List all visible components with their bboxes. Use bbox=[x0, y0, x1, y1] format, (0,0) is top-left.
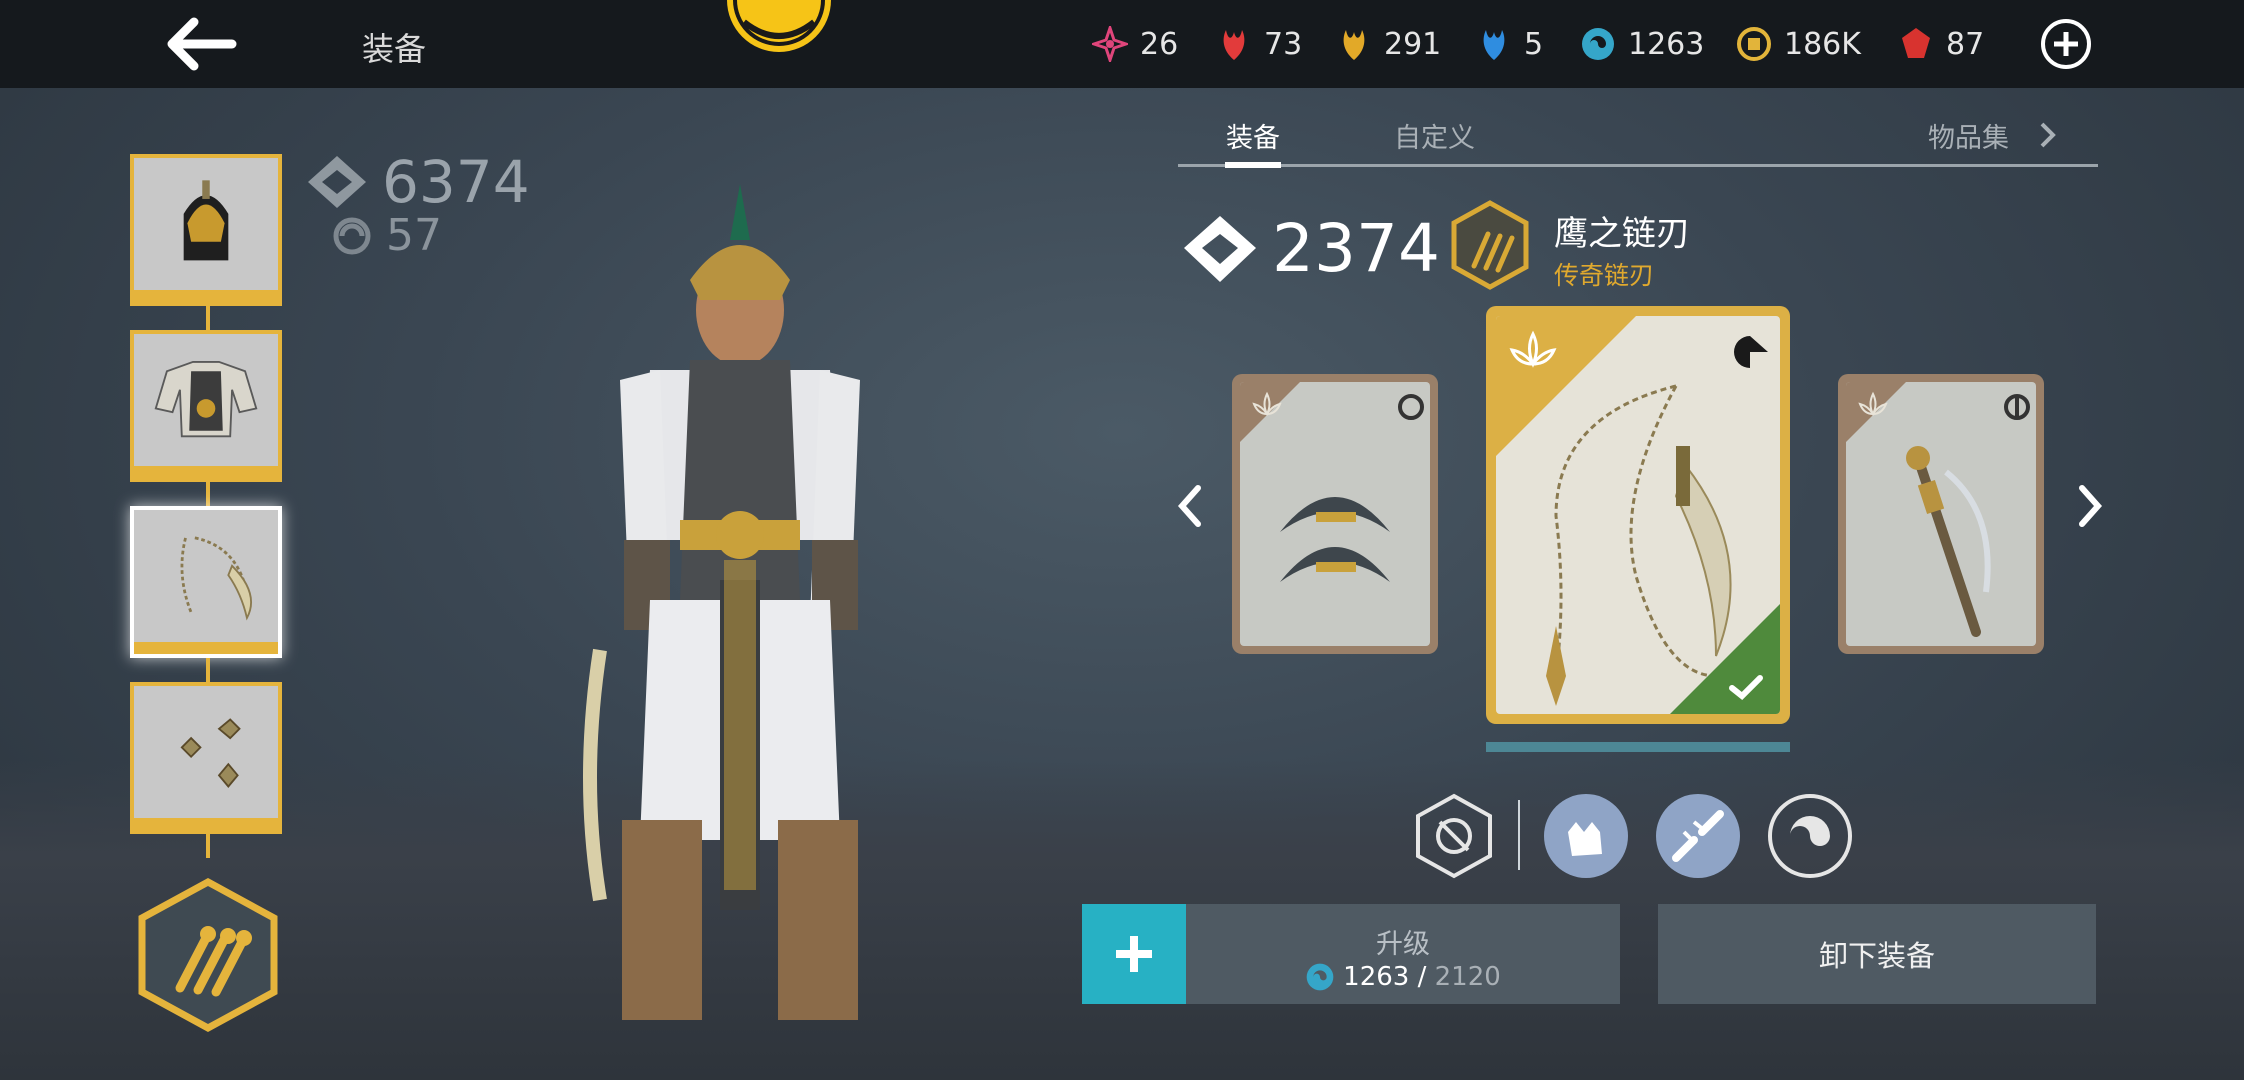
swirl-orb-icon bbox=[1306, 963, 1334, 991]
lotus-icon bbox=[1858, 391, 1888, 417]
armor-slot[interactable] bbox=[130, 330, 282, 482]
gold-coin-icon bbox=[1737, 27, 1771, 61]
blue-leaf-icon bbox=[1483, 30, 1505, 60]
weapon-power-value: 2374 bbox=[1272, 210, 1440, 287]
swirl-skill-icon[interactable] bbox=[1766, 792, 1854, 880]
upgrade-required: 2120 bbox=[1434, 962, 1501, 992]
currency-ruby-gem: 87 bbox=[1898, 22, 1984, 66]
shuriken-icon bbox=[180, 718, 241, 788]
weapon-card-selected[interactable] bbox=[1486, 306, 1790, 724]
total-power-value: 6374 bbox=[382, 148, 530, 216]
currency-gold-leaf: 291 bbox=[1336, 22, 1441, 66]
total-power: 6374 bbox=[306, 148, 530, 216]
currency-blue-leaf: 5 bbox=[1476, 22, 1543, 66]
broken-chain-skill-icon[interactable] bbox=[1654, 792, 1742, 880]
tab-bar: 装备 自定义 物品集 bbox=[1178, 110, 2098, 170]
game-logo-icon bbox=[727, 0, 831, 52]
weapon-slot[interactable] bbox=[130, 506, 282, 658]
weapon-type: 传奇链刃 bbox=[1554, 261, 1655, 290]
currency-value: 1263 bbox=[1628, 26, 1705, 62]
no-weapon-skill-icon[interactable] bbox=[1410, 792, 1498, 880]
helmet-slot[interactable] bbox=[130, 154, 282, 306]
currency-value: 5 bbox=[1524, 26, 1544, 62]
tab-equipment[interactable]: 装备 bbox=[1226, 116, 1280, 155]
sickle-type-icon bbox=[1734, 336, 1768, 368]
weapon-card-left[interactable] bbox=[1232, 374, 1438, 654]
upgrade-current: 1263 bbox=[1343, 962, 1410, 992]
selected-card-indicator bbox=[1486, 742, 1790, 752]
staff-type-icon bbox=[2004, 394, 2030, 420]
level-swirl-icon bbox=[333, 217, 371, 254]
fist-skill-icon[interactable] bbox=[1542, 792, 1630, 880]
currency-value: 291 bbox=[1384, 26, 1442, 62]
currency-gold-coin: 186K bbox=[1736, 22, 1861, 66]
unequip-button[interactable]: 卸下装备 bbox=[1658, 904, 2096, 1004]
currency-value: 26 bbox=[1140, 26, 1179, 62]
chain-blade-icon bbox=[180, 536, 252, 621]
currency-value: 186K bbox=[1784, 26, 1861, 62]
weapon-class-badge-icon[interactable] bbox=[136, 878, 280, 1032]
chain-blade-class-icon bbox=[1451, 200, 1529, 290]
armor-icon bbox=[154, 360, 258, 438]
crescent-blades-icon bbox=[1280, 497, 1390, 582]
currency-pink-crystal: 26 bbox=[1092, 22, 1178, 66]
tab-divider bbox=[1178, 164, 2098, 167]
tab-active-indicator bbox=[1225, 162, 1281, 168]
ruby-gem-icon bbox=[1902, 28, 1930, 58]
lotus-icon bbox=[1252, 391, 1282, 417]
helmet-icon bbox=[183, 180, 229, 261]
skill-separator bbox=[1518, 800, 1520, 870]
player-character bbox=[583, 184, 860, 1020]
currency-red-leaf: 73 bbox=[1216, 22, 1302, 66]
power-diamond-icon bbox=[1184, 215, 1256, 282]
upgrade-label: 升级 bbox=[1376, 929, 1430, 960]
chevron-right-icon[interactable] bbox=[2038, 120, 2058, 150]
weapon-power: 2374 bbox=[1182, 210, 1440, 287]
red-leaf-icon bbox=[1223, 30, 1245, 60]
currency-swirl-orb: 1263 bbox=[1580, 22, 1704, 66]
slot-connector bbox=[206, 658, 210, 682]
slot-connector bbox=[206, 482, 210, 506]
weapon-card-right[interactable] bbox=[1838, 374, 2044, 654]
add-currency-button[interactable] bbox=[2040, 18, 2092, 70]
carousel-prev-arrow[interactable] bbox=[1170, 476, 1210, 536]
slot-connector bbox=[206, 306, 210, 330]
currency-value: 87 bbox=[1946, 26, 1985, 62]
player-level: 57 bbox=[332, 210, 442, 261]
ranged-slot[interactable] bbox=[130, 682, 282, 834]
page-title: 装备 bbox=[362, 30, 427, 68]
back-arrow-icon[interactable] bbox=[160, 14, 240, 74]
tab-item-set[interactable]: 物品集 bbox=[1928, 116, 2009, 155]
upgrade-cost: 1263 / 2120 bbox=[1186, 962, 1620, 992]
checkmark-icon bbox=[1729, 675, 1763, 701]
lotus-icon bbox=[1509, 330, 1557, 368]
swirl-orb-icon bbox=[1582, 28, 1614, 60]
pink-crystal-icon bbox=[1092, 26, 1128, 62]
carousel-next-arrow[interactable] bbox=[2070, 476, 2110, 536]
weapon-name: 鹰之链刃 bbox=[1554, 214, 1690, 254]
gold-leaf-icon bbox=[1343, 30, 1365, 60]
tab-customize[interactable]: 自定义 bbox=[1394, 116, 1475, 155]
upgrade-separator: / bbox=[1409, 962, 1435, 992]
currency-value: 73 bbox=[1264, 26, 1303, 62]
slot-connector bbox=[206, 834, 210, 858]
plus-icon bbox=[1116, 936, 1152, 972]
staff-icon bbox=[1906, 446, 1991, 637]
upgrade-plus-button[interactable] bbox=[1082, 904, 1186, 1004]
player-level-value: 57 bbox=[386, 210, 442, 261]
power-diamond-icon bbox=[308, 156, 366, 208]
unequip-label: 卸下装备 bbox=[1818, 939, 1935, 973]
crescent-type-icon bbox=[1398, 394, 1424, 420]
